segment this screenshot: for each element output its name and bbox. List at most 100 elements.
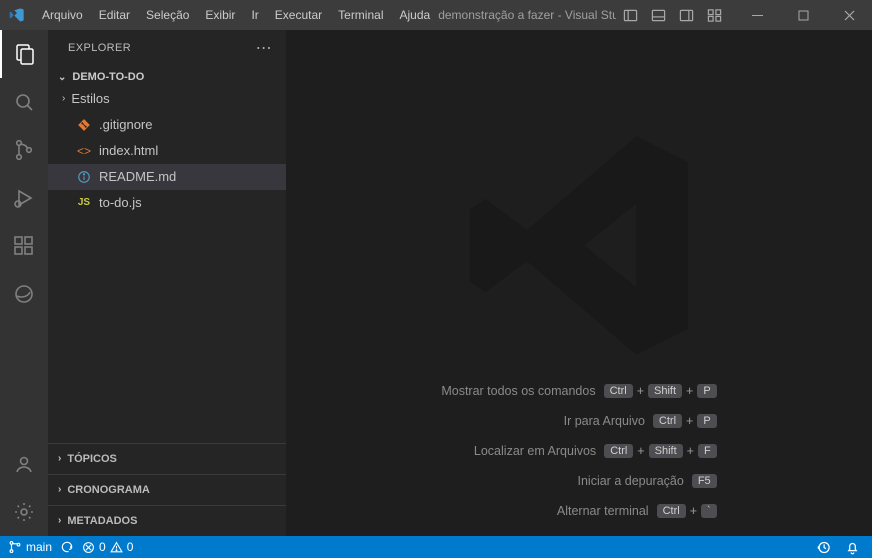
toggle-panel-right-icon[interactable]: [672, 8, 700, 23]
command-hint-row: Localizar em Arquivos Ctrl+Shift+F: [441, 444, 716, 458]
plus-icon: +: [635, 444, 646, 458]
title-bar: Arquivo Editar Seleção Exibir Ir Executa…: [0, 0, 872, 30]
command-hint-label: Mostrar todos os comandos: [441, 384, 595, 398]
html-icon: <>: [76, 141, 92, 161]
activity-bar: [0, 30, 48, 536]
git-icon: [76, 118, 92, 132]
close-button[interactable]: [826, 10, 872, 21]
menu-ajuda[interactable]: Ajuda: [392, 0, 439, 30]
plus-icon: +: [685, 444, 696, 458]
explorer-header: EXPLORER: [48, 30, 286, 66]
customize-layout-icon[interactable]: [700, 8, 728, 23]
command-hint-label: Alternar terminal: [557, 504, 649, 518]
command-hint-row: Iniciar a depuração F5: [441, 474, 716, 488]
command-hint-row: Ir para Arquivo Ctrl+P: [441, 414, 716, 428]
keycap: F: [698, 444, 717, 458]
js-icon: JS: [76, 193, 92, 213]
file-name: README.md: [99, 167, 176, 187]
error-count: 0: [99, 540, 106, 554]
plus-icon: +: [635, 384, 646, 398]
status-sync[interactable]: [60, 540, 74, 554]
menu-editar[interactable]: Editar: [91, 0, 138, 30]
toggle-panel-bottom-icon[interactable]: [644, 8, 672, 23]
section-label: TÓPICOS: [67, 448, 117, 470]
status-bell-icon[interactable]: [845, 539, 860, 554]
keycap: `: [701, 504, 717, 518]
workspace-root-label: DEMO-TO-DO: [72, 71, 144, 83]
menu-ir[interactable]: Ir: [243, 0, 266, 30]
explorer-more-icon[interactable]: [256, 38, 272, 58]
editor-area: Mostrar todos os comandos Ctrl+Shift+P I…: [286, 30, 872, 536]
file-tree: ⌄ DEMO-TO-DO › Estilos .gitignore <> ind…: [48, 66, 286, 443]
folder-name: Estilos: [71, 89, 109, 109]
activity-source-control-icon[interactable]: [0, 126, 48, 174]
keycap: P: [697, 384, 716, 398]
command-hints: Mostrar todos os comandos Ctrl+Shift+P I…: [441, 384, 716, 518]
status-history-icon[interactable]: [816, 539, 831, 554]
minimize-button[interactable]: [734, 10, 780, 21]
chevron-right-icon: ›: [58, 510, 61, 532]
menu-executar[interactable]: Executar: [267, 0, 330, 30]
command-hint-keys: Ctrl+P: [653, 414, 717, 428]
vscode-logo-icon: [0, 7, 34, 23]
section-metadados[interactable]: › METADADOS: [48, 505, 286, 536]
command-hint-row: Alternar terminal Ctrl+`: [441, 504, 716, 518]
menu-terminal[interactable]: Terminal: [330, 0, 391, 30]
status-problems[interactable]: 0 0: [82, 540, 133, 554]
section-label: CRONOGRAMA: [67, 479, 150, 501]
command-hint-label: Ir para Arquivo: [564, 414, 645, 428]
command-hint-keys: F5: [692, 474, 717, 488]
toggle-panel-left-icon[interactable]: [616, 8, 644, 23]
workspace-root[interactable]: ⌄ DEMO-TO-DO: [48, 68, 286, 86]
file-row[interactable]: <> index.html: [48, 138, 286, 164]
chevron-right-icon: ›: [58, 448, 61, 470]
activity-explorer-icon[interactable]: [0, 30, 48, 78]
folder-row[interactable]: › Estilos: [48, 86, 286, 112]
command-hint-row: Mostrar todos os comandos Ctrl+Shift+P: [441, 384, 716, 398]
plus-icon: +: [684, 384, 695, 398]
window-title: demonstração a fazer - Visual Studio Cod…: [438, 8, 616, 22]
file-row[interactable]: .gitignore: [48, 112, 286, 138]
section-cronograma[interactable]: › CRONOGRAMA: [48, 474, 286, 505]
keycap: Shift: [648, 384, 682, 398]
activity-settings-icon[interactable]: [0, 488, 48, 536]
file-row[interactable]: JS to-do.js: [48, 190, 286, 216]
activity-extensions-icon[interactable]: [0, 222, 48, 270]
layout-controls: [616, 8, 728, 23]
menu-arquivo[interactable]: Arquivo: [34, 0, 91, 30]
menu-selecao[interactable]: Seleção: [138, 0, 197, 30]
activity-search-icon[interactable]: [0, 78, 48, 126]
status-branch[interactable]: main: [8, 540, 52, 554]
activity-run-debug-icon[interactable]: [0, 174, 48, 222]
keycap: Ctrl: [657, 504, 686, 518]
activity-edge-icon[interactable]: [0, 270, 48, 318]
chevron-down-icon: ⌄: [58, 72, 66, 83]
menu-bar: Arquivo Editar Seleção Exibir Ir Executa…: [34, 0, 438, 30]
branch-name: main: [26, 540, 52, 554]
keycap: Ctrl: [653, 414, 682, 428]
command-hint-keys: Ctrl+`: [657, 504, 717, 518]
activity-account-icon[interactable]: [0, 440, 48, 488]
plus-icon: +: [688, 504, 699, 518]
status-bar: main 0 0: [0, 536, 872, 558]
file-row[interactable]: README.md: [48, 164, 286, 190]
keycap: Ctrl: [604, 444, 633, 458]
menu-exibir[interactable]: Exibir: [197, 0, 243, 30]
section-label: METADADOS: [67, 510, 137, 532]
file-name: .gitignore: [99, 115, 152, 135]
keycap: F5: [692, 474, 717, 488]
info-icon: [76, 170, 92, 184]
file-name: index.html: [99, 141, 158, 161]
warning-count: 0: [127, 540, 134, 554]
command-hint-label: Iniciar a depuração: [578, 474, 684, 488]
explorer-title: EXPLORER: [68, 42, 131, 54]
chevron-right-icon: ›: [62, 89, 65, 109]
command-hint-label: Localizar em Arquivos: [474, 444, 596, 458]
section-topicos[interactable]: › TÓPICOS: [48, 443, 286, 474]
maximize-button[interactable]: [780, 10, 826, 21]
file-name: to-do.js: [99, 193, 142, 213]
keycap: P: [697, 414, 716, 428]
plus-icon: +: [684, 414, 695, 428]
keycap: Ctrl: [604, 384, 633, 398]
chevron-right-icon: ›: [58, 479, 61, 501]
